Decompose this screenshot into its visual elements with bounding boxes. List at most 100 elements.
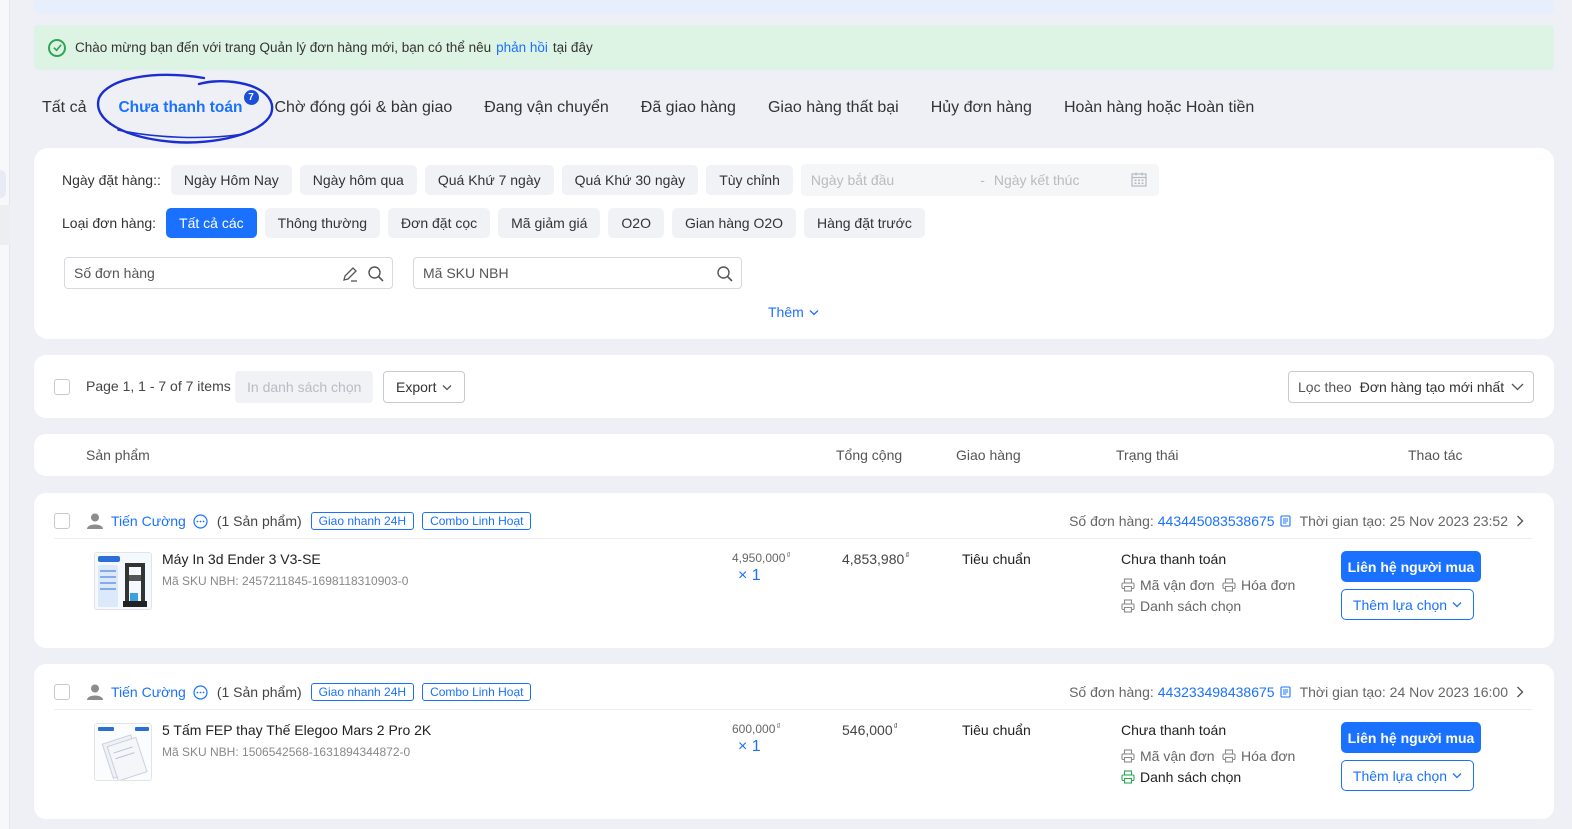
waybill-link[interactable]: Mã vận đơn (1121, 577, 1215, 593)
tab-unpaid[interactable]: Chưa thanh toán 7 (118, 90, 259, 117)
chip-type-deposit[interactable]: Đơn đặt cọc (388, 208, 491, 238)
chip-type-o2o-store[interactable]: Gian hàng O2O (671, 208, 797, 238)
tag-fast-delivery: Giao nhanh 24H (310, 683, 415, 701)
sku-search[interactable]: Mã SKU NBH (413, 257, 742, 289)
more-options-label: Thêm lựa chọn (1352, 767, 1448, 784)
order-checkbox[interactable] (54, 684, 70, 700)
more-options-button[interactable]: Thêm lựa chọn (1341, 589, 1474, 620)
tab-cancelled[interactable]: Hủy đơn hàng (931, 99, 1032, 117)
original-price: 4,950,000₫ (732, 551, 791, 565)
calendar-icon (1131, 172, 1147, 187)
page-info: Page 1, 1 - 7 of 7 items (86, 378, 231, 394)
tab-all[interactable]: Tất cả (42, 99, 86, 117)
chat-icon[interactable] (193, 684, 208, 700)
printer-icon (1121, 770, 1135, 784)
waybill-link[interactable]: Mã vận đơn (1121, 748, 1215, 764)
chevron-down-icon (1511, 383, 1524, 391)
tab-delivered[interactable]: Đã giao hàng (641, 99, 736, 117)
order-checkbox[interactable] (54, 513, 70, 529)
copy-icon[interactable] (1280, 515, 1291, 527)
order-total: 4,853,980₫ (842, 551, 909, 567)
chip-type-preorder[interactable]: Hàng đặt trước (804, 208, 925, 238)
chip-type-voucher[interactable]: Mã giảm giá (498, 208, 601, 238)
product-sku: Mã SKU NBH: 1506542568-1631894344872-0 (162, 745, 411, 759)
order-number[interactable]: 443233498438675 (1158, 684, 1275, 700)
search-icon[interactable] (716, 265, 734, 283)
order-number[interactable]: 443445083538675 (1158, 513, 1275, 529)
chip-type-o2o[interactable]: O2O (608, 208, 664, 238)
order-total-value: 4,853,980 (842, 551, 905, 567)
chip-yesterday[interactable]: Ngày hôm qua (299, 165, 417, 195)
pick-list-link[interactable]: Danh sách chọn (1121, 598, 1241, 614)
order-meta: Số đơn hàng: 443445083538675 Thời gian t… (1069, 513, 1524, 529)
chip-last-30-days[interactable]: Quá Khứ 30 ngày (561, 165, 699, 195)
more-options-button[interactable]: Thêm lựa chọn (1341, 760, 1474, 791)
tab-shipping[interactable]: Đang vận chuyển (484, 99, 609, 117)
tab-returns[interactable]: Hoàn hàng hoặc Hoàn tiền (1064, 99, 1254, 117)
tag-fast-delivery: Giao nhanh 24H (310, 512, 415, 530)
more-filters-toggle[interactable]: Thêm (768, 304, 819, 320)
feedback-link[interactable]: phản hồi (496, 40, 548, 55)
buyer-name[interactable]: Tiến Cường (111, 513, 186, 529)
print-pick-list-button[interactable]: In danh sách chọn (235, 371, 374, 403)
printer-icon (1222, 578, 1236, 592)
buyer-name[interactable]: Tiến Cường (111, 684, 186, 700)
sort-select[interactable]: Lọc theo Đơn hàng tạo mới nhất (1288, 371, 1534, 403)
order-number-search[interactable]: Số đơn hàng (64, 257, 393, 289)
order-status: Chưa thanh toán (1121, 551, 1227, 567)
welcome-text: Chào mừng bạn đến với trang Quản lý đơn … (75, 40, 492, 55)
order-created-time: Thời gian tạo: 25 Nov 2023 23:52 (1299, 513, 1508, 529)
shipping-method: Tiêu chuẩn (962, 551, 1031, 567)
welcome-banner: Chào mừng bạn đến với trang Quản lý đơn … (34, 25, 1554, 70)
product-thumbnail[interactable] (94, 723, 152, 781)
order-header: Tiến Cường (1 Sản phẩm) Giao nhanh 24H C… (54, 683, 539, 701)
user-avatar-icon (87, 513, 103, 529)
search-icon[interactable] (367, 265, 385, 283)
invoice-link[interactable]: Hóa đơn (1222, 748, 1295, 764)
chevron-right-icon[interactable] (1516, 515, 1524, 527)
select-all-checkbox[interactable] (54, 379, 70, 395)
left-rail-item (0, 205, 10, 245)
product-count: (1 Sản phẩm) (216, 513, 302, 529)
start-date-input[interactable]: Ngày bắt đầu (811, 172, 894, 188)
chip-last-7-days[interactable]: Quá Khứ 7 ngày (424, 165, 554, 195)
printer-icon (1121, 749, 1135, 763)
sort-value: Đơn hàng tạo mới nhất (1359, 379, 1505, 395)
chip-type-normal[interactable]: Thông thường (264, 208, 381, 238)
contact-buyer-button[interactable]: Liên hệ người mua (1341, 722, 1481, 753)
contact-buyer-button[interactable]: Liên hệ người mua (1341, 551, 1481, 582)
product-thumbnail[interactable] (94, 552, 152, 610)
chat-icon[interactable] (193, 513, 208, 529)
tag-combo: Combo Linh Hoạt (422, 683, 532, 701)
date-range-separator: - (980, 172, 985, 188)
product-sku: Mã SKU NBH: 2457211845-1698118310903-0 (162, 574, 409, 588)
column-total: Tổng cộng (836, 447, 903, 463)
order-table-header: Sản phẩm Tổng cộng Giao hàng Trạng thái … (34, 434, 1554, 476)
chip-custom[interactable]: Tùy chỉnh (706, 165, 793, 195)
invoice-link[interactable]: Hóa đơn (1222, 577, 1295, 593)
edit-pen-icon[interactable] (341, 265, 359, 283)
export-button[interactable]: Export (383, 371, 466, 403)
quantity: × 1 (738, 567, 761, 584)
original-price: 600,000₫ (732, 722, 781, 736)
chip-today[interactable]: Ngày Hôm Nay (170, 165, 292, 195)
pick-list-link[interactable]: Danh sách chọn (1121, 769, 1241, 785)
order-header: Tiến Cường (1 Sản phẩm) Giao nhanh 24H C… (54, 512, 539, 530)
chip-type-all[interactable]: Tất cả các (166, 208, 257, 238)
copy-icon[interactable] (1280, 686, 1291, 698)
tab-to-pack[interactable]: Chờ đóng gói & bàn giao (275, 99, 453, 117)
printer-icon (1121, 578, 1135, 592)
date-range-picker[interactable]: Ngày bắt đầu - Ngày kết thúc (800, 164, 1159, 196)
end-date-input[interactable]: Ngày kết thúc (994, 172, 1080, 188)
tab-failed-delivery[interactable]: Giao hàng thất bại (768, 99, 899, 117)
product-name[interactable]: Máy In 3d Ender 3 V3-SE (162, 551, 321, 567)
order-status-tabs: Tất cả Chưa thanh toán 7 Chờ đóng gói & … (42, 90, 1286, 120)
more-filters-label: Thêm (768, 304, 804, 320)
column-status: Trạng thái (1116, 447, 1179, 463)
chevron-right-icon[interactable] (1516, 686, 1524, 698)
welcome-text-end: tại đây (552, 40, 593, 55)
invoice-label: Hóa đơn (1241, 748, 1296, 764)
currency-symbol: ₫ (905, 551, 910, 560)
product-name[interactable]: 5 Tấm FEP thay Thế Elegoo Mars 2 Pro 2K (162, 722, 431, 738)
currency-symbol: ₫ (786, 551, 791, 560)
